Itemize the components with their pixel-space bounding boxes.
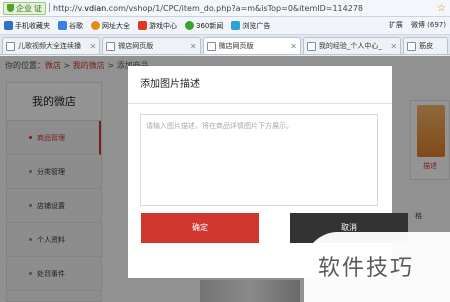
bookmark-item[interactable]: 手机收藏夹 <box>4 21 50 31</box>
bookmark-item[interactable]: 浏览广告 <box>231 21 270 31</box>
bookmark-item[interactable]: 游戏中心 <box>138 21 177 31</box>
page-icon <box>306 41 316 51</box>
watermark-text: 软件技巧 <box>318 256 415 281</box>
tab[interactable]: 微店网页版 ✕ <box>102 37 201 54</box>
close-icon[interactable]: ✕ <box>290 42 297 51</box>
address-bar[interactable]: 企业 证 | http://v.vdian.com/vshop/1/CPC/it… <box>0 0 450 17</box>
extensions-button[interactable]: 扩展 <box>389 20 403 30</box>
tab-strip: 儿歌视频大全连续播 ✕ 微店网页版 ✕ 微店网页版 ✕ 我的经验_个人中心_ ✕ 筋皮 <box>0 35 450 55</box>
page-icon <box>206 41 216 51</box>
bookmark-icon <box>4 21 13 30</box>
shield-icon <box>7 4 14 12</box>
page-icon <box>6 41 15 51</box>
description-textarea[interactable]: 请输入图片描述，将在商品详情图片下方展示。 <box>140 114 378 206</box>
weibo-button[interactable]: 微博 (697) <box>411 20 446 30</box>
bookmark-item[interactable]: 360新闻 <box>185 21 223 31</box>
separator: | <box>48 3 52 13</box>
close-icon[interactable]: ✕ <box>190 42 197 51</box>
tab[interactable]: 儿歌视频大全连续播 ✕ <box>2 37 101 54</box>
confirm-button[interactable]: 确定 <box>141 213 259 243</box>
toolbar-right: 扩展 微博 (697) <box>389 20 446 30</box>
bookmark-item[interactable]: 谷歌 <box>58 21 83 31</box>
bookmark-icon <box>91 21 100 30</box>
game-icon <box>138 21 147 30</box>
security-badge[interactable]: 企业 证 <box>3 1 46 15</box>
close-icon[interactable]: ✕ <box>390 42 397 51</box>
tab[interactable]: 筋皮 <box>403 37 449 54</box>
star-icon[interactable]: ☆ <box>437 3 446 14</box>
url-field[interactable]: http://v.vdian.com/vshop/1/CPC/item_do.p… <box>53 4 433 13</box>
tab-active[interactable]: 微店网页版 ✕ <box>202 37 301 54</box>
ad-icon <box>231 21 241 30</box>
dialog-title: 添加图片描述 <box>128 66 392 104</box>
bookmark-item[interactable]: 网址大全 <box>91 21 130 31</box>
close-icon[interactable]: ✕ <box>90 42 97 51</box>
page-icon <box>407 41 417 51</box>
page-icon <box>106 41 116 51</box>
google-icon <box>58 21 67 30</box>
bookmarks-bar: 手机收藏夹 谷歌 网址大全 游戏中心 360新闻 浏览广告 扩展 微博 (697… <box>0 17 450 35</box>
tab[interactable]: 我的经验_个人中心_ ✕ <box>302 37 402 54</box>
news-icon <box>185 21 194 30</box>
